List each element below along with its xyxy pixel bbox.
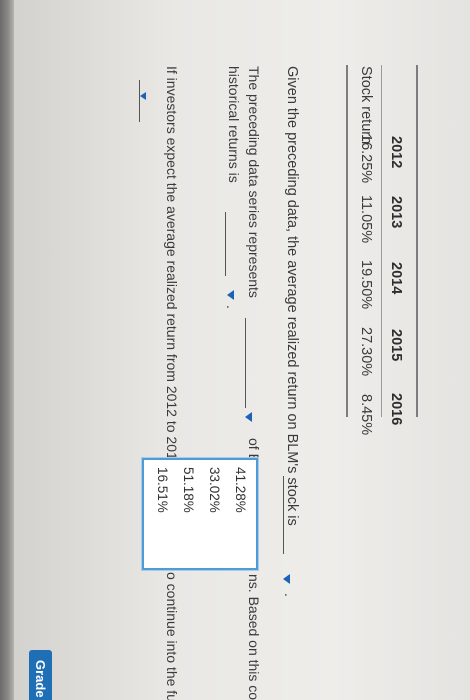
question2-line1-end: ns. Based on this conclus bbox=[246, 574, 262, 700]
question1-period: . bbox=[282, 593, 298, 597]
percent-dropdown-list[interactable]: 41.28% 33.02% 51.18% 16.51% bbox=[142, 458, 258, 570]
question2-line1-start: The preceding data series represents bbox=[246, 66, 262, 298]
std-dev-dropdown-arrow-icon[interactable] bbox=[227, 290, 234, 300]
year-header-2014: 2014 bbox=[388, 262, 404, 295]
year-header-2015: 2015 bbox=[388, 329, 404, 362]
monitor-bezel bbox=[0, 0, 14, 700]
question3-text-end: o continue into the future bbox=[164, 572, 180, 700]
dropdown-option[interactable]: 41.28% bbox=[233, 467, 248, 513]
dropdown-option[interactable]: 16.51% bbox=[155, 467, 170, 513]
question-canvas: 2012 2013 2014 2015 2016 Stock return 16… bbox=[14, 0, 470, 700]
question1-text: Given the preceding data, the average re… bbox=[284, 66, 300, 526]
year-header-2013: 2013 bbox=[388, 196, 404, 229]
series-type-dropdown-arrow-icon[interactable] bbox=[245, 412, 252, 422]
average-return-dropdown-arrow-icon[interactable] bbox=[283, 574, 290, 584]
year-header-2016: 2016 bbox=[388, 393, 404, 426]
question2-line2-start: historical returns is bbox=[226, 66, 242, 183]
table-bottom-rule bbox=[346, 65, 348, 417]
question2-line2-period: . bbox=[224, 305, 240, 309]
row-label-stock-return: Stock return bbox=[358, 66, 374, 145]
dropdown-option[interactable]: 51.18% bbox=[181, 467, 196, 513]
grade-button[interactable]: Grade bbox=[29, 650, 52, 700]
dropdown-option[interactable]: 33.02% bbox=[207, 467, 222, 513]
table-header-rule bbox=[381, 65, 382, 417]
return-2015: 27.30% bbox=[358, 327, 374, 377]
question3-text-start: If investors expect the average realized… bbox=[164, 66, 180, 509]
screen: 2012 2013 2014 2015 2016 Stock return 16… bbox=[14, 0, 470, 700]
expectation-blank[interactable] bbox=[139, 80, 156, 122]
return-2016: 8.45% bbox=[358, 394, 374, 436]
table-top-rule bbox=[416, 65, 418, 417]
std-dev-blank[interactable] bbox=[225, 212, 242, 276]
return-2014: 19.50% bbox=[358, 260, 374, 310]
return-2012: 16.25% bbox=[358, 134, 374, 184]
year-header-2012: 2012 bbox=[388, 136, 404, 169]
series-type-blank[interactable] bbox=[245, 318, 262, 408]
return-2013: 11.05% bbox=[358, 195, 374, 244]
average-return-blank[interactable] bbox=[283, 476, 300, 554]
